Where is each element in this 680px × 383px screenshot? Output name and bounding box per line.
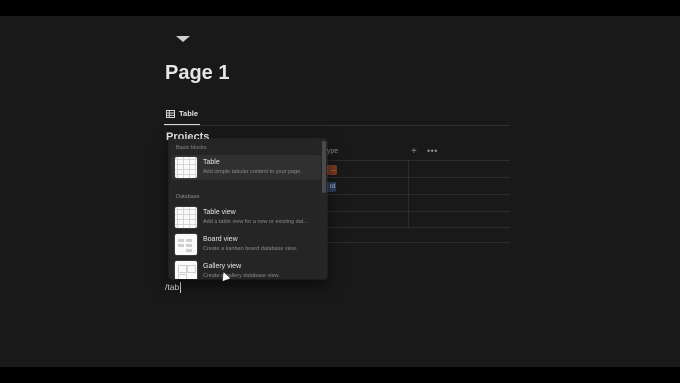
editor-slash-command[interactable]: /tab (165, 282, 179, 292)
menu-item-description: Create a kanban board database view. (203, 246, 298, 252)
table-row-divider (320, 227, 510, 228)
menu-item-description: Add simple tabular content to your page. (203, 169, 302, 175)
text-caret (180, 282, 181, 293)
menu-item-description: Add a table view for a new or existing d… (203, 219, 308, 225)
menu-item-board-view[interactable]: Board view Create a kanban board databas… (171, 232, 321, 257)
menu-item-gallery-view[interactable]: Gallery view Create a gallery database v… (171, 259, 321, 279)
table-row-divider (320, 177, 510, 178)
table-row-divider (320, 160, 510, 161)
menu-item-title: Board view (203, 236, 238, 243)
section-label-basic-blocks: Basic blocks (176, 145, 207, 151)
app-window: Page 1 Table Projects Type + ••• … rd /t… (0, 16, 680, 367)
menu-item-title: Table view (203, 209, 236, 216)
page-icon[interactable] (176, 36, 190, 42)
menu-item-table[interactable]: Table Add simple tabular content to your… (171, 155, 321, 180)
table-icon (166, 109, 175, 118)
section-label-database: Database (176, 194, 200, 200)
table-row-divider (320, 194, 510, 195)
menu-scrollbar[interactable] (322, 141, 326, 193)
menu-item-title: Gallery view (203, 263, 242, 270)
board-view-thumbnail-icon (175, 234, 197, 255)
menu-item-title: Table (203, 159, 220, 166)
more-options-icon[interactable]: ••• (427, 146, 438, 156)
gallery-view-thumbnail-icon (175, 261, 197, 279)
view-divider (164, 125, 510, 126)
tab-label: Table (179, 109, 199, 118)
slash-command-menu[interactable]: Basic blocks Table Add simple tabular co… (169, 139, 327, 279)
table-view-thumbnail-icon (175, 207, 197, 228)
page-title[interactable]: Page 1 (165, 62, 229, 85)
table-thumbnail-icon (175, 157, 197, 178)
menu-item-table-view[interactable]: Table view Add a table view for a new or… (171, 205, 321, 230)
table-row-divider (320, 211, 510, 212)
table-column-divider (408, 161, 409, 227)
table-row-divider (320, 242, 510, 243)
add-column-icon[interactable]: + (411, 146, 417, 157)
tab-table-view[interactable]: Table (166, 109, 198, 118)
